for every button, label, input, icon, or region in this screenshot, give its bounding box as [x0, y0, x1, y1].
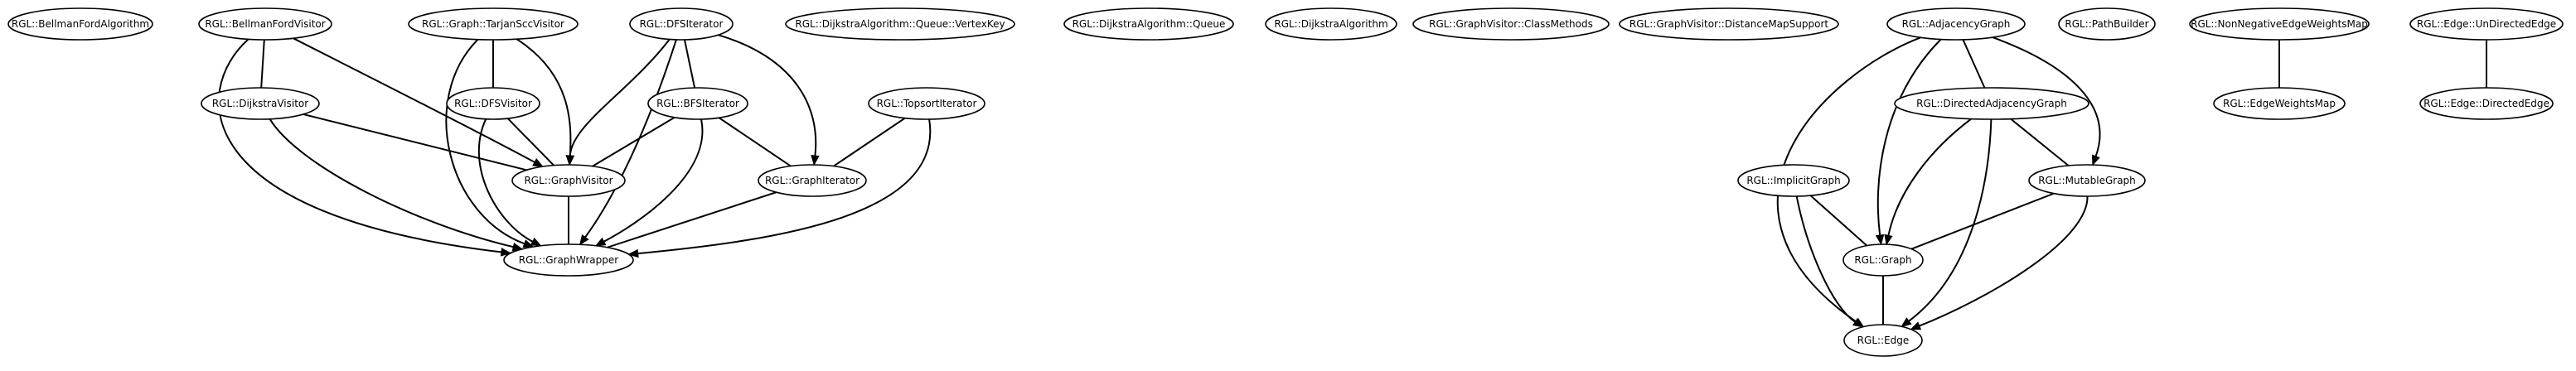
node-topsortiterator[interactable]: RGL::TopsortIterator: [868, 87, 985, 120]
node-label: RGL::TopsortIterator: [877, 98, 977, 109]
node-bfsiterator[interactable]: RGL::BFSIterator: [647, 87, 748, 120]
edge-adjacencygraph-to-graph: [1875, 38, 1942, 246]
node-label: RGL::GraphVisitor::ClassMethods: [1429, 18, 1593, 30]
node-directedadjacencygraph[interactable]: RGL::DirectedAdjacencyGraph: [1894, 87, 2089, 120]
edge-line: [218, 38, 502, 253]
node-layer: RGL::BellmanFordAlgorithm RGL::BellmanFor…: [7, 7, 2564, 357]
edge-line: [269, 118, 514, 248]
node-label: RGL::DijkstraAlgorithm::Queue::VertexKey: [795, 18, 1005, 30]
node-adjacencygraph[interactable]: RGL::AdjacencyGraph: [1886, 7, 2026, 41]
node-dijkstraalgorithm[interactable]: RGL::DijkstraAlgorithm: [1265, 7, 1397, 41]
node-graphwrapper[interactable]: RGL::GraphWrapper: [503, 243, 634, 277]
arrowhead-icon: [811, 155, 820, 166]
node-bellmanfordalgorithm[interactable]: RGL::BellmanFordAlgorithm: [7, 7, 153, 41]
arrowhead-icon: [1875, 234, 1885, 246]
node-dfsvisitor[interactable]: RGL::DFSVisitor: [446, 87, 540, 120]
arrowhead-icon: [532, 158, 544, 167]
node-dijkstra-queue[interactable]: RGL::DijkstraAlgorithm::Queue: [1063, 7, 1234, 41]
node-mutablegraph[interactable]: RGL::MutableGraph: [2028, 164, 2146, 197]
node-label: RGL::AdjacencyGraph: [1902, 18, 2011, 30]
edge-mutablegraph-to-edge: [1910, 195, 2089, 330]
edge-line: [1876, 38, 1942, 236]
node-label: RGL::Graph: [1854, 254, 1911, 266]
arrowhead-icon: [1901, 317, 1912, 328]
edge-tarjansccvisitor-to-graphwrapper: [445, 38, 535, 248]
arrowhead-icon: [1884, 234, 1893, 246]
edge-dijkstravisitor-to-graphwrapper: [269, 118, 524, 252]
edge-line: [445, 38, 525, 245]
node-label: RGL::DFSVisitor: [454, 98, 532, 109]
node-label: RGL::Edge: [1857, 335, 1910, 346]
arrowhead-icon: [594, 237, 607, 247]
node-graphvisitor-classmethods[interactable]: RGL::GraphVisitor::ClassMethods: [1412, 7, 1610, 41]
node-label: RGL::BellmanFordVisitor: [205, 18, 325, 30]
node-implicitgraph[interactable]: RGL::ImplicitGraph: [1737, 164, 1850, 197]
node-label: RGL::GraphVisitor::DistanceMapSupport: [1629, 18, 1828, 30]
node-dijkstra-queue-vertexkey[interactable]: RGL::DijkstraAlgorithm::Queue::VertexKey: [785, 7, 1015, 41]
node-label: RGL::Edge::DirectedEdge: [2423, 98, 2549, 109]
node-label: RGL::BFSIterator: [656, 98, 739, 109]
arrowhead-icon: [579, 234, 589, 246]
node-label: RGL::DirectedAdjacencyGraph: [1916, 98, 2067, 109]
node-label: RGL::BellmanFordAlgorithm: [12, 18, 149, 30]
node-dijkstravisitor[interactable]: RGL::DijkstraVisitor: [201, 87, 320, 120]
node-label: RGL::GraphWrapper: [519, 254, 618, 266]
node-edgeweightsmap[interactable]: RGL::EdgeWeightsMap: [2213, 87, 2346, 120]
node-tarjansccvisitor[interactable]: RGL::Graph::TarjanSccVisitor: [408, 7, 579, 41]
node-graphvisitor-distancemapsupport[interactable]: RGL::GraphVisitor::DistanceMapSupport: [1619, 7, 1839, 41]
edge-line: [1919, 195, 2089, 327]
node-label: RGL::GraphVisitor: [524, 175, 613, 186]
node-label: RGL::NonNegativeEdgeWeightsMap: [2191, 18, 2368, 30]
edge-line: [1908, 118, 1993, 322]
node-undirectededge[interactable]: RGL::Edge::UnDirectedEdge: [2409, 7, 2564, 41]
arrowhead-icon: [1910, 321, 1922, 330]
arrowhead-icon: [565, 155, 575, 166]
node-label: RGL::Edge::UnDirectedEdge: [2417, 18, 2556, 30]
arrowhead-icon: [2091, 154, 2100, 166]
node-graph[interactable]: RGL::Graph: [1842, 243, 1924, 277]
node-label: RGL::DijkstraAlgorithm: [1274, 18, 1387, 30]
diagram-svg: RGL::BellmanFordAlgorithm RGL::BellmanFor…: [7, 7, 2564, 357]
node-label: RGL::GraphIterator: [765, 175, 859, 186]
arrowhead-icon: [530, 237, 542, 247]
node-label: RGL::Graph::TarjanSccVisitor: [422, 18, 564, 30]
node-label: RGL::DijkstraVisitor: [212, 98, 308, 109]
node-pathbuilder[interactable]: RGL::PathBuilder: [2058, 7, 2156, 41]
node-edge[interactable]: RGL::Edge: [1843, 324, 1923, 357]
node-label: RGL::DFSIterator: [640, 18, 724, 30]
node-bellmanfordvisitor[interactable]: RGL::BellmanFordVisitor: [198, 7, 332, 41]
node-graphiterator[interactable]: RGL::GraphIterator: [758, 164, 867, 197]
edge-line: [1887, 118, 1972, 236]
edge-line: [584, 39, 677, 238]
node-directededge[interactable]: RGL::Edge::DirectedEdge: [2419, 87, 2554, 120]
node-nonnegativeedgeweightsmap[interactable]: RGL::NonNegativeEdgeWeightsMap: [2189, 7, 2370, 41]
node-dfsiterator[interactable]: RGL::DFSIterator: [629, 7, 734, 41]
node-label: RGL::DijkstraAlgorithm::Queue: [1073, 18, 1226, 30]
node-label: RGL::ImplicitGraph: [1746, 175, 1840, 186]
edge-dfsiterator-to-graphwrapper: [579, 39, 677, 246]
edge-directedadjacencygraph-to-graph: [1884, 118, 1972, 246]
class-hierarchy-diagram: RGL::BellmanFordAlgorithm RGL::BellmanFor…: [0, 0, 2576, 367]
node-label: RGL::EdgeWeightsMap: [2223, 98, 2336, 109]
node-label: RGL::MutableGraph: [2038, 175, 2136, 186]
node-graphvisitor[interactable]: RGL::GraphVisitor: [511, 164, 626, 197]
node-label: RGL::PathBuilder: [2065, 18, 2148, 30]
